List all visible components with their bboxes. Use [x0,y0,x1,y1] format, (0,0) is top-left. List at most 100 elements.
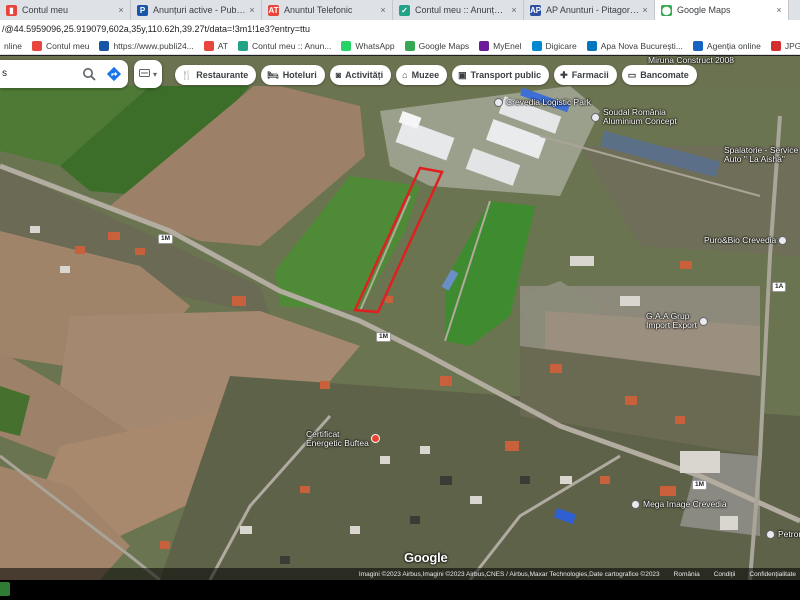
chip-label: Transport public [470,70,542,80]
bookmark-item[interactable]: Contul meu :: Anun... [234,41,337,51]
fork-knife-icon: 🍴 [181,69,193,80]
tab-favicon-icon: ⬤ [661,4,672,16]
chip-label: Farmacii [571,70,609,80]
chip-label: Bancomate [640,70,689,80]
road-badge: 1M [376,332,392,342]
bookmark-label: Contul meu [45,41,90,51]
close-icon[interactable]: × [377,5,389,15]
bookmark-label: AT [217,41,228,51]
camera-icon: ◙ [335,70,342,80]
search-box[interactable]: s [0,60,128,88]
bookmark-item[interactable]: AT [200,41,234,51]
place-pin-icon [778,236,788,245]
bookmark-label: WhatsApp [355,41,395,51]
bed-icon: 🛏 [267,69,279,80]
search-input[interactable]: s [2,68,7,79]
close-icon[interactable]: × [115,5,127,15]
browser-tab[interactable]: ⬤ Google Maps × [655,0,789,20]
poi-petrom[interactable]: Petrom [766,530,800,539]
bookmark-label: Digicare [545,41,577,51]
layers-button[interactable]: ▾ [134,60,162,88]
tab-favicon-icon: AP [529,4,542,16]
poi-gaa-grup[interactable]: G.A.A Grup Import Export [646,312,711,330]
bookmark-item[interactable]: MyEnel [475,41,527,51]
close-icon[interactable]: × [508,5,520,15]
poi-certificat-energetic[interactable]: Certificat Energetic Buftea [306,430,383,448]
poi-logistic-park[interactable]: Crevedia Logistic Park [494,98,591,107]
poi-puro-bio[interactable]: Puro&Bio Crevedia [704,236,790,245]
map-canvas[interactable]: s ▾ 🍴 Restaurante 🛏 Hoteluri ◙ Activități ⌂ Muz… [0,56,800,580]
address-bar[interactable]: /@44.5959096,25.919079,602a,35y,110.62h,… [0,20,800,38]
road-badge: 1A [772,282,787,292]
bookmark-favicon-icon [586,41,597,51]
url-text[interactable]: /@44.5959096,25.919079,602a,35y,110.62h,… [0,24,310,34]
taskbar-app-icon[interactable] [0,582,10,596]
bookmark-item[interactable]: Google Maps [401,41,476,51]
place-pin-icon [591,113,600,122]
bookmark-favicon-icon [99,41,110,51]
poi-spalatorie[interactable]: Spalatorie - Service Auto " La Aisha" [724,146,800,164]
layers-icon [138,69,150,79]
directions-icon[interactable] [106,66,122,82]
tab-strip: ▮ Contul meu × P Anunțuri active - Publi24 × A… [0,0,800,20]
bookmark-favicon-icon [770,41,781,51]
browser-tab[interactable]: ▮ Contul meu × [0,0,131,20]
browser-tab[interactable]: AT Anuntul Telefonic × [262,0,393,20]
bookmark-favicon-icon [531,41,542,51]
road-badge: 1M [158,234,174,244]
tab-title: Google Maps [677,5,731,15]
poi-mega-image[interactable]: Mega Image Crevedia [631,500,727,509]
close-icon[interactable]: × [773,5,785,15]
bookmark-item[interactable]: WhatsApp [337,41,400,51]
bookmark-label: https://www.publi24... [113,41,194,51]
poi-soudal[interactable]: Soudal România Aluminium Concept [591,108,677,126]
browser-tab[interactable]: ✓ Contul meu :: Anunțuri :: Anunț× [393,0,524,20]
bookmark-item[interactable]: https://www.publi24... [95,41,199,51]
chip-bus[interactable]: ▣ Transport public [452,65,550,85]
bookmark-label: nline [4,41,22,51]
chip-bed[interactable]: 🛏 Hoteluri [261,65,325,85]
tab-title: Contul meu [22,5,69,15]
place-pin-icon [699,317,709,326]
bookmark-item[interactable]: Digicare [528,41,583,51]
tab-title: Anunțuri active - Publi24 [153,5,246,15]
terms-link[interactable]: Condiții [714,571,736,578]
privacy-link[interactable]: Confidențialitate [749,571,796,578]
bookmarks-bar: nline Contul meu https://www.publi24... AT C… [0,38,800,55]
bookmark-label: Contul meu :: Anun... [252,41,332,51]
bookmark-item[interactable]: Contul meu [28,41,95,51]
category-chips: 🍴 Restaurante 🛏 Hoteluri ◙ Activități ⌂ Muzee ▣ T… [175,65,697,85]
country-link[interactable]: România [674,571,700,578]
bookmark-favicon-icon [479,41,490,51]
browser-tab[interactable]: P Anunțuri active - Publi24 × [131,0,262,20]
place-pin-icon [370,434,380,443]
bookmark-label: MyEnel [493,41,522,51]
close-icon[interactable]: × [639,5,651,15]
bookmark-item[interactable]: Agenția online [689,41,767,51]
bookmark-item[interactable]: JPGtoPDF [767,41,800,51]
bookmark-item[interactable]: nline [0,41,28,51]
close-icon[interactable]: × [246,5,258,15]
chip-fork-knife[interactable]: 🍴 Restaurante [175,65,257,85]
bookmark-favicon-icon [341,41,352,51]
tab-title: Contul meu :: Anunțuri :: Anunț [415,5,508,15]
bookmark-favicon-icon [203,41,214,51]
bookmark-favicon-icon [238,41,248,51]
place-pin-icon [494,98,503,107]
chip-camera[interactable]: ◙ Activități [329,65,392,85]
road-badge: 1M [692,480,708,490]
chip-museum[interactable]: ⌂ Muzee [396,65,448,85]
place-pin-icon [631,500,640,509]
browser-tab[interactable]: AP AP Anunturi - Pitagora.com.ro× [524,0,655,20]
chip-atm[interactable]: ▭ Bancomate [621,65,697,85]
bookmark-item[interactable]: Apa Nova București... [583,41,689,51]
bookmark-favicon-icon [404,41,415,51]
search-icon[interactable] [82,67,96,81]
museum-icon: ⌂ [402,70,408,80]
chip-pharmacy[interactable]: ✚ Farmacii [554,65,617,85]
chip-label: Muzee [411,70,440,80]
bookmark-favicon-icon [692,41,703,51]
map-attribution: Imagini ©2023 Airbus,Imagini ©2023 Airbu… [0,568,800,580]
atm-icon: ▭ [627,69,637,80]
poi-miruna[interactable]: Miruna Construct 2008 [648,56,734,65]
